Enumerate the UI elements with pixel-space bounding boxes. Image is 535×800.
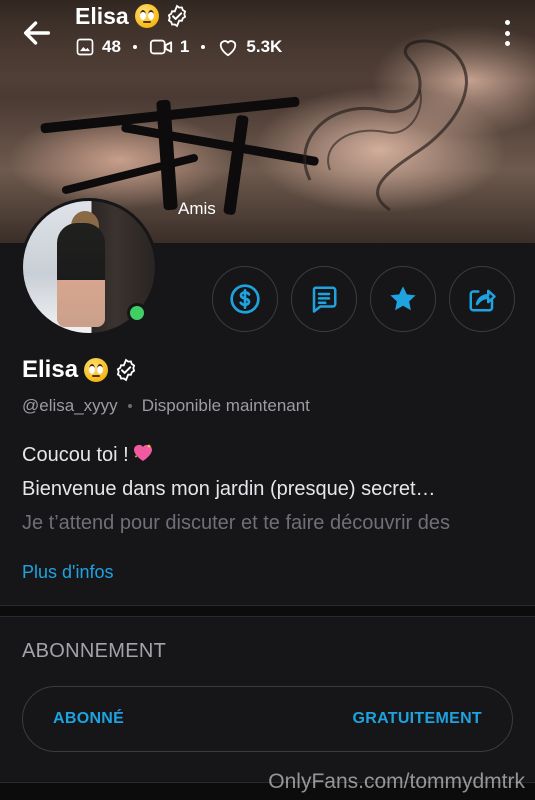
star-icon [390, 286, 416, 311]
videos-count[interactable]: 1 [149, 37, 189, 57]
friends-label: Amis [178, 199, 216, 218]
profile-actions [212, 266, 515, 332]
rolling-eyes-emoji-icon [134, 4, 159, 28]
profile-name: Elisa [22, 356, 79, 383]
separator-dot [132, 45, 137, 49]
subscribe-button[interactable]: ABONNÉ GRATUITEMENT [22, 686, 513, 752]
videos-count-value: 1 [179, 37, 190, 56]
photos-count-value: 48 [102, 37, 121, 56]
online-status-indicator [127, 303, 147, 323]
likes-count-value: 5.3K [246, 37, 283, 56]
verified-badge-icon [167, 4, 186, 28]
bio-line-3: Je t’attend pour discuter et te faire dé… [22, 512, 451, 534]
bio-line-1-text: Coucou toi ! [22, 444, 129, 466]
share-icon [469, 289, 496, 312]
dollar-circle-icon [230, 284, 260, 314]
share-button[interactable] [449, 266, 515, 332]
back-arrow-icon [23, 21, 51, 45]
header-profile-summary: Elisa 48 1 5.3K [75, 3, 282, 57]
photos-count[interactable]: 48 [75, 37, 121, 57]
message-button[interactable] [291, 266, 357, 332]
watermark-text: OnlyFans.com/tommydmtrk [268, 770, 525, 793]
header-name: Elisa [75, 2, 129, 29]
section-divider [0, 605, 535, 617]
video-icon [149, 39, 172, 55]
profile-bio: Coucou toi ! Bienvenue dans mon jardin (… [22, 438, 512, 556]
separator-dot [127, 404, 132, 408]
likes-count: 5.3K [217, 37, 282, 57]
subscription-section-title: ABONNEMENT [22, 640, 167, 662]
favorite-button[interactable] [370, 266, 436, 332]
back-button[interactable] [20, 16, 54, 50]
subscribed-label: ABONNÉ [53, 710, 125, 727]
rolling-eyes-emoji-icon [84, 358, 109, 382]
profile-name-row: Elisa [22, 356, 138, 384]
tip-button[interactable] [212, 266, 278, 332]
verified-badge-icon [116, 358, 136, 382]
heart-outline-icon [220, 40, 237, 57]
top-bar: Elisa 48 1 5.3K [0, 0, 535, 70]
bio-line-4-truncated [22, 540, 512, 556]
sparkling-heart-emoji-icon [131, 440, 155, 461]
profile-handle: @elisa_xyyy [22, 396, 118, 415]
more-info-link[interactable]: Plus d'infos [22, 562, 114, 583]
bio-line-2: Bienvenue dans mon jardin (presque) secr… [22, 478, 436, 500]
more-vert-icon [504, 20, 510, 25]
more-options-button[interactable] [501, 18, 513, 48]
image-icon [76, 38, 94, 56]
header-stats: 48 1 5.3K [75, 37, 282, 57]
price-label: GRATUITEMENT [352, 710, 482, 727]
chat-icon [312, 286, 337, 313]
handle-row: @elisa_xyyy Disponible maintenant [22, 396, 310, 416]
availability-status: Disponible maintenant [141, 396, 310, 415]
bio-line-1: Coucou toi ! [22, 438, 512, 472]
separator-dot [201, 45, 206, 49]
